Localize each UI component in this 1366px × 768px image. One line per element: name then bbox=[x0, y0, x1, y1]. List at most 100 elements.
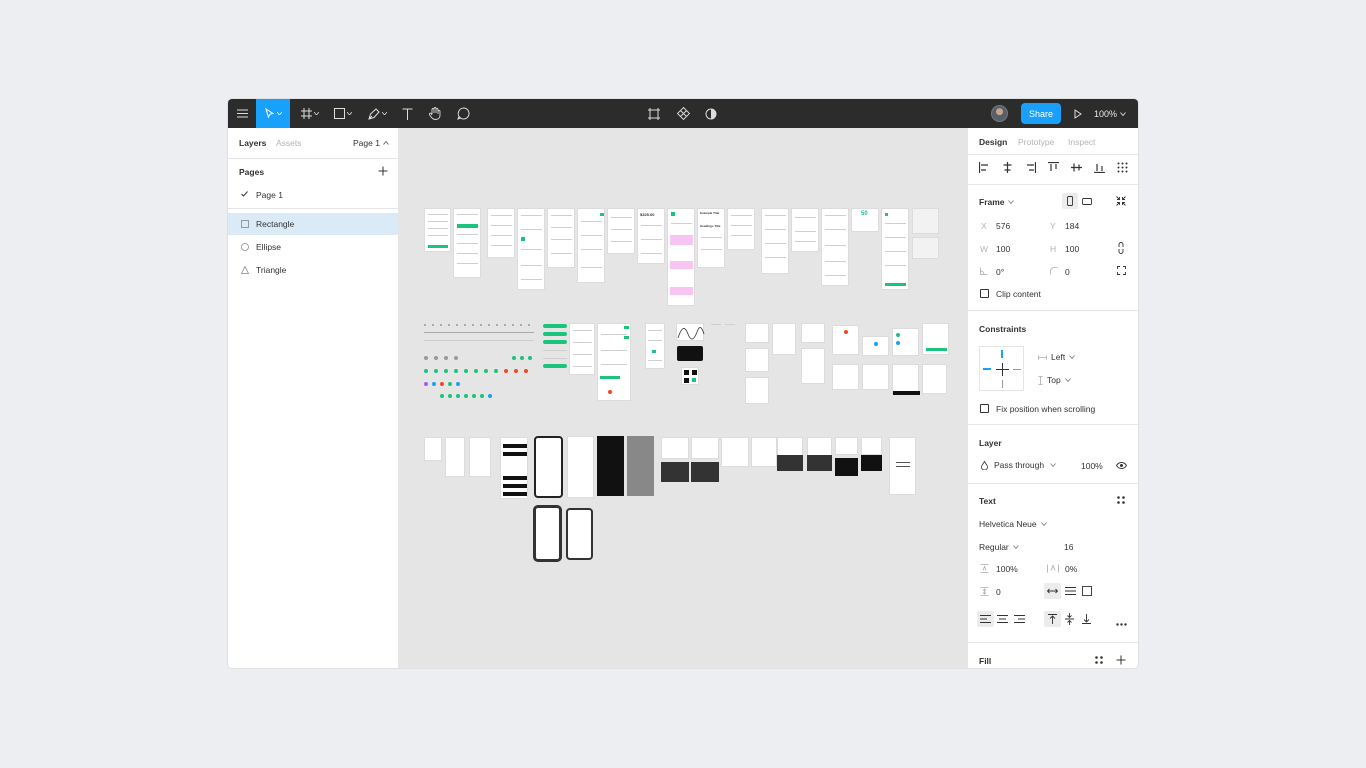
auto-height-button[interactable] bbox=[1065, 587, 1076, 597]
comment-tool-button[interactable] bbox=[454, 99, 472, 128]
text-align-left-button[interactable] bbox=[977, 611, 994, 627]
canvas-frame[interactable] bbox=[517, 208, 545, 290]
canvas-frame[interactable] bbox=[745, 377, 769, 404]
constrain-proportions-button[interactable] bbox=[1118, 242, 1124, 256]
android-frame[interactable] bbox=[566, 508, 593, 560]
phone-frame-gray[interactable] bbox=[627, 436, 654, 496]
canvas-frame[interactable]: Example Title Headings Title bbox=[697, 208, 725, 268]
phone-frame-white[interactable] bbox=[567, 436, 594, 498]
canvas-frame[interactable] bbox=[424, 208, 451, 252]
canvas-frame[interactable] bbox=[445, 437, 465, 477]
keyboard-dark[interactable] bbox=[777, 455, 803, 471]
horizontal-constraint-dropdown[interactable]: Left bbox=[1038, 352, 1075, 362]
canvas-frame[interactable] bbox=[597, 323, 631, 401]
toggle-visibility-button[interactable] bbox=[1115, 461, 1128, 471]
canvas-frame[interactable] bbox=[667, 208, 695, 306]
constraints-widget[interactable] bbox=[979, 346, 1024, 391]
phone-frame-black[interactable] bbox=[597, 436, 624, 496]
font-weight-dropdown[interactable]: Regular bbox=[979, 542, 1019, 552]
vertical-align-middle-button[interactable] bbox=[1065, 613, 1074, 627]
corner-radius-input[interactable]: 0 bbox=[1065, 267, 1070, 277]
fixed-size-button[interactable] bbox=[1082, 586, 1092, 598]
width-input[interactable]: 100 bbox=[996, 244, 1010, 254]
hand-tool-button[interactable] bbox=[426, 99, 444, 128]
page-item-page-1[interactable]: Page 1 bbox=[228, 187, 398, 203]
text-align-right-button[interactable] bbox=[1014, 615, 1025, 625]
share-button[interactable]: Share bbox=[1021, 103, 1061, 124]
canvas-frame[interactable] bbox=[801, 348, 825, 384]
auto-width-button[interactable] bbox=[1044, 583, 1061, 599]
rotation-input[interactable]: 0° bbox=[996, 267, 1004, 277]
y-input[interactable]: 184 bbox=[1065, 221, 1079, 231]
canvas-frame[interactable] bbox=[772, 323, 796, 355]
height-input[interactable]: 100 bbox=[1065, 244, 1079, 254]
keyboard-light[interactable] bbox=[721, 437, 749, 467]
present-button[interactable] bbox=[1071, 99, 1085, 128]
font-family-dropdown[interactable]: Helvetica Neue bbox=[979, 519, 1047, 529]
create-component-button[interactable] bbox=[674, 99, 692, 128]
canvas-frame[interactable] bbox=[801, 323, 825, 343]
font-size-input[interactable]: 16 bbox=[1064, 542, 1073, 552]
zoom-dropdown[interactable]: 100% bbox=[1094, 99, 1126, 128]
align-bottom-button[interactable] bbox=[1094, 162, 1105, 175]
canvas-frame[interactable] bbox=[727, 208, 755, 250]
keyboard-dark[interactable] bbox=[861, 455, 882, 471]
qr-code[interactable] bbox=[681, 367, 699, 385]
tab-layers[interactable]: Layers bbox=[239, 138, 266, 148]
canvas-frame[interactable] bbox=[862, 364, 889, 390]
resize-to-fit-button[interactable] bbox=[1116, 196, 1126, 208]
canvas-frame[interactable] bbox=[892, 364, 920, 395]
add-fill-button[interactable] bbox=[1116, 655, 1126, 667]
keyboard-dark[interactable] bbox=[835, 458, 858, 476]
design-canvas[interactable]: $325.00 Example Title Headings Title 50 bbox=[399, 128, 967, 668]
canvas-frame[interactable] bbox=[453, 208, 481, 278]
canvas-frame[interactable] bbox=[922, 323, 949, 355]
button-components[interactable] bbox=[543, 324, 569, 370]
landscape-orientation-button[interactable] bbox=[1082, 197, 1092, 207]
fill-styles-button[interactable] bbox=[1095, 656, 1103, 666]
x-input[interactable]: 576 bbox=[996, 221, 1010, 231]
layer-item-rectangle[interactable]: Rectangle bbox=[228, 216, 398, 234]
more-text-options-button[interactable] bbox=[1116, 618, 1127, 628]
canvas-frame[interactable] bbox=[745, 348, 769, 372]
vertical-constraint-dropdown[interactable]: Top bbox=[1038, 375, 1071, 385]
move-tool-button[interactable] bbox=[256, 99, 290, 128]
keyboard-light[interactable] bbox=[835, 437, 858, 455]
canvas-frame[interactable] bbox=[577, 208, 605, 283]
canvas-frame[interactable] bbox=[821, 208, 849, 286]
text-styles-button[interactable] bbox=[1117, 496, 1125, 506]
canvas-frame[interactable] bbox=[645, 323, 665, 369]
canvas-frame[interactable] bbox=[500, 437, 528, 499]
tab-assets[interactable]: Assets bbox=[276, 138, 302, 148]
tab-design[interactable]: Design bbox=[979, 137, 1007, 147]
chart-thumbnail[interactable] bbox=[676, 323, 705, 341]
canvas-frame[interactable] bbox=[607, 208, 635, 254]
layer-item-triangle[interactable]: Triangle bbox=[228, 262, 398, 280]
canvas-frame[interactable] bbox=[547, 208, 575, 268]
canvas-frame[interactable] bbox=[761, 208, 789, 274]
fix-position-checkbox[interactable] bbox=[980, 404, 989, 413]
layer-opacity-input[interactable]: 100% bbox=[1081, 461, 1103, 471]
distribute-button[interactable] bbox=[1117, 162, 1128, 175]
canvas-frame[interactable] bbox=[424, 437, 442, 461]
canvas-frame[interactable] bbox=[912, 237, 939, 259]
user-avatar[interactable] bbox=[991, 105, 1008, 122]
dark-card[interactable] bbox=[677, 346, 703, 361]
keyboard-dark[interactable] bbox=[661, 462, 689, 482]
portrait-orientation-button[interactable] bbox=[1062, 193, 1078, 209]
shape-tool-button[interactable] bbox=[331, 99, 355, 128]
canvas-frame[interactable] bbox=[912, 208, 939, 234]
keyboard-light[interactable] bbox=[691, 437, 719, 459]
canvas-frame[interactable] bbox=[832, 364, 859, 390]
align-middle-button[interactable] bbox=[1071, 162, 1082, 175]
keyboard-light[interactable] bbox=[661, 437, 689, 459]
canvas-frame[interactable] bbox=[791, 208, 819, 252]
pen-tool-button[interactable] bbox=[364, 99, 390, 128]
mask-button[interactable] bbox=[702, 99, 720, 128]
canvas-frame[interactable] bbox=[469, 437, 491, 477]
keyboard-dark[interactable] bbox=[807, 455, 832, 471]
clip-content-checkbox[interactable] bbox=[980, 289, 989, 298]
tab-prototype[interactable]: Prototype bbox=[1018, 137, 1054, 147]
frame-tool-button[interactable] bbox=[298, 99, 322, 128]
canvas-frame[interactable] bbox=[862, 336, 889, 356]
